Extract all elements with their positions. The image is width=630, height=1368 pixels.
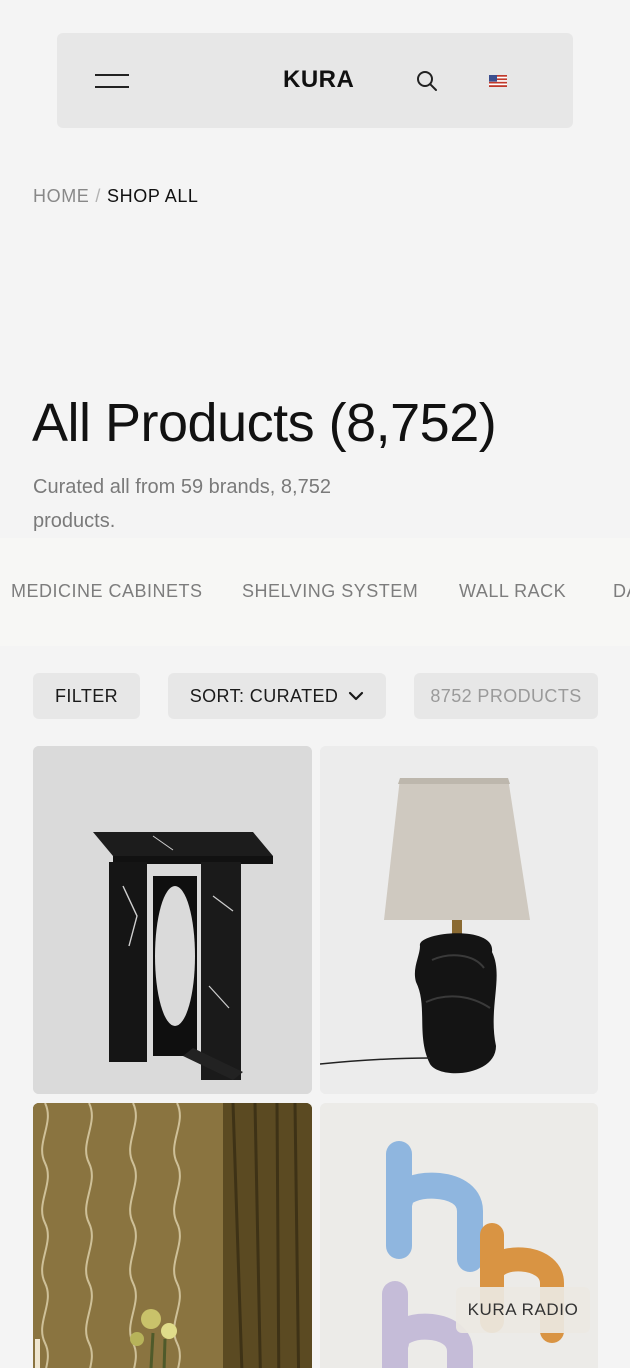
breadcrumb-home[interactable]: HOME bbox=[33, 186, 89, 206]
search-icon[interactable] bbox=[415, 69, 439, 93]
logo[interactable]: KURA bbox=[283, 66, 354, 94]
category-da[interactable]: DA bbox=[613, 581, 630, 602]
product-image-wallpaper bbox=[33, 1103, 312, 1368]
us-flag-icon[interactable] bbox=[489, 75, 507, 87]
product-count-badge: 8752 PRODUCTS bbox=[414, 673, 598, 719]
site-header: KURA bbox=[57, 33, 573, 128]
product-card[interactable] bbox=[33, 1103, 312, 1368]
category-wall-rack[interactable]: WALL RACK bbox=[459, 581, 566, 602]
page-subtitle: Curated all from 59 brands, 8,752 produc… bbox=[33, 476, 331, 532]
sort-label: SORT: CURATED bbox=[189, 685, 339, 706]
kura-radio-button[interactable]: KURA RADIO bbox=[456, 1287, 590, 1333]
product-image-table-lamp bbox=[320, 746, 598, 1094]
product-count-label: 8752 PRODUCTS bbox=[430, 685, 582, 706]
chevron-down-icon bbox=[349, 691, 364, 701]
product-card[interactable] bbox=[320, 746, 598, 1094]
filter-label: FILTER bbox=[54, 685, 119, 706]
kura-radio-label: KURA RADIO bbox=[467, 1300, 579, 1319]
product-image-side-table bbox=[33, 746, 312, 1094]
category-shelving-system[interactable]: SHELVING SYSTEM bbox=[242, 581, 418, 602]
breadcrumb-current: SHOP ALL bbox=[107, 186, 199, 206]
page-title: All Products (8,752) bbox=[32, 393, 497, 453]
hamburger-icon[interactable] bbox=[95, 71, 129, 91]
product-card[interactable] bbox=[33, 746, 312, 1094]
category-strip[interactable]: MEDICINE CABINETS SHELVING SYSTEM WALL R… bbox=[0, 538, 630, 646]
filter-button[interactable]: FILTER bbox=[33, 673, 140, 719]
breadcrumb: HOME / SHOP ALL bbox=[33, 186, 199, 207]
breadcrumb-separator: / bbox=[95, 186, 102, 206]
category-medicine-cabinets[interactable]: MEDICINE CABINETS bbox=[11, 581, 203, 602]
sort-dropdown[interactable]: SORT: CURATED bbox=[168, 673, 386, 719]
page: KURA HOME / SHOP ALL All Products (8,752) … bbox=[0, 0, 630, 1368]
